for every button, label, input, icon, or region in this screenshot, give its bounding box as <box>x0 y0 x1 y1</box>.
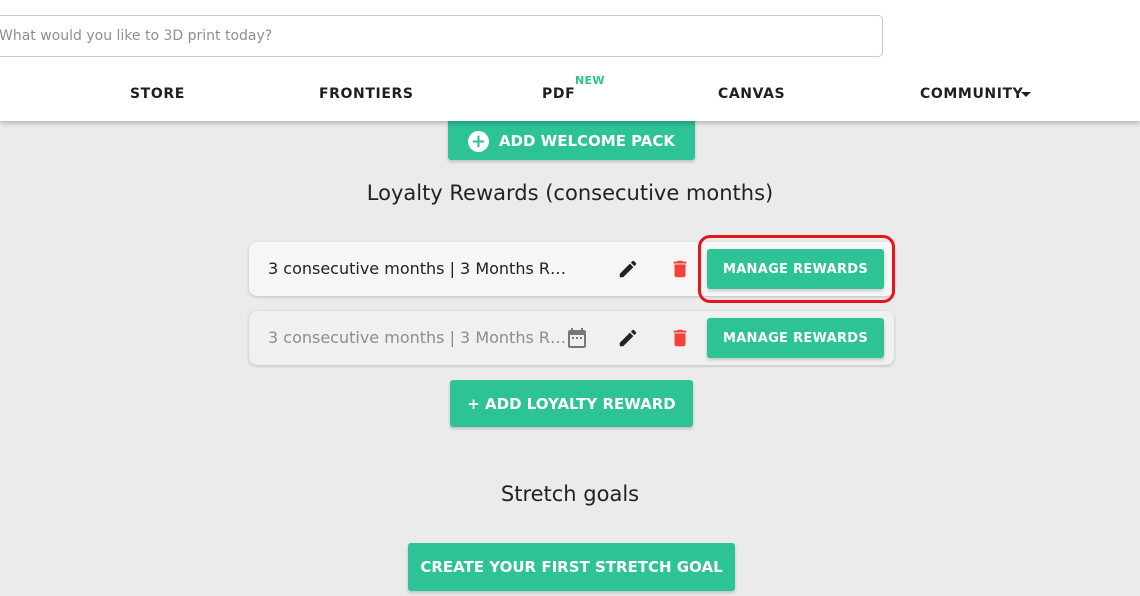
trash-icon[interactable] <box>669 258 691 280</box>
new-badge: NEW <box>575 74 605 87</box>
pencil-icon[interactable] <box>617 327 639 349</box>
site-header: STORE FRONTIERS PDF NEW CANVAS COMMUNITY <box>0 0 1140 121</box>
highlight-outline <box>698 235 895 303</box>
nav-pdf[interactable]: PDF <box>542 86 575 102</box>
nav-store[interactable]: STORE <box>130 86 185 102</box>
nav-canvas[interactable]: CANVAS <box>718 86 785 102</box>
loyalty-rewards-title: Loyalty Rewards (consecutive months) <box>366 181 774 205</box>
create-stretch-goal-button[interactable]: CREATE YOUR FIRST STRETCH GOAL <box>408 543 735 591</box>
search-input[interactable] <box>0 15 883 57</box>
nav-frontiers[interactable]: FRONTIERS <box>319 86 414 102</box>
stretch-goals-title: Stretch goals <box>500 482 640 506</box>
chevron-down-icon[interactable] <box>1021 92 1031 97</box>
plus-circle-icon: + <box>467 130 489 152</box>
nav-community[interactable]: COMMUNITY <box>920 86 1023 102</box>
trash-icon[interactable] <box>669 327 691 349</box>
pencil-icon[interactable] <box>617 258 639 280</box>
loyalty-reward-row: 3 consecutive months | 3 Months R… MANAG… <box>249 311 894 365</box>
add-loyalty-reward-button[interactable]: + ADD LOYALTY REWARD <box>450 380 693 427</box>
loyalty-reward-text: 3 consecutive months | 3 Months R… <box>268 259 567 278</box>
loyalty-reward-text: 3 consecutive months | 3 Months R… <box>268 328 567 347</box>
add-welcome-pack-label: ADD WELCOME PACK <box>498 132 676 150</box>
calendar-icon[interactable] <box>565 326 589 350</box>
manage-rewards-button[interactable]: MANAGE REWARDS <box>707 318 884 358</box>
